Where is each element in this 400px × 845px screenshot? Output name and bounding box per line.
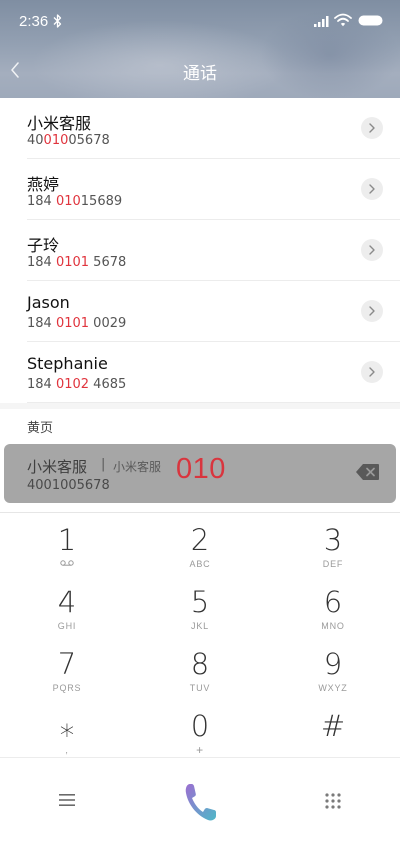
key-5[interactable]: 5 JKL — [145, 585, 255, 643]
menu-icon[interactable] — [58, 793, 76, 807]
contact-name: 子玲 — [27, 236, 60, 255]
header: 2:36 通话 — [0, 0, 400, 98]
key-1[interactable]: 1 — [12, 523, 122, 581]
contact-row[interactable]: 小米客服 4001005678 — [0, 98, 400, 159]
contact-detail-button[interactable] — [361, 239, 383, 261]
result-name: 小米客服 — [27, 458, 88, 476]
yellow-pages-result[interactable]: 小米客服 | 小米客服 4001005678 010 — [4, 444, 396, 503]
backspace-icon[interactable] — [355, 461, 381, 483]
key-7[interactable]: 7 PQRS — [12, 647, 122, 705]
contact-name: 小米客服 — [27, 114, 92, 133]
keypad: 1 2 ABC 3 DEF 4 GHI 5 JKL 6 MNO 7 PQRS 8… — [0, 512, 400, 759]
dial-input-display: 010 — [176, 453, 226, 485]
chevron-right-icon — [369, 367, 375, 377]
key-2[interactable]: 2 ABC — [145, 523, 255, 581]
contact-number: 184 01015689 — [27, 194, 123, 209]
chevron-right-icon — [369, 123, 375, 133]
chevron-right-icon — [369, 245, 375, 255]
contact-detail-button[interactable] — [361, 178, 383, 200]
key-8[interactable]: 8 TUV — [145, 647, 255, 705]
contact-number: 184 0101 5678 — [27, 255, 127, 270]
contact-row[interactable]: Stephanie 184 0102 4685 — [0, 342, 400, 403]
battery-icon — [358, 15, 383, 26]
chevron-right-icon — [369, 306, 375, 316]
result-number: 4001005678 — [27, 478, 110, 493]
page-title: 通话 — [183, 64, 217, 84]
bluetooth-icon — [53, 14, 62, 28]
contact-row[interactable]: 子玲 184 0101 5678 — [0, 220, 400, 281]
status-bar: 2:36 — [0, 0, 400, 44]
status-time: 2:36 — [19, 13, 49, 30]
chevron-right-icon — [369, 184, 375, 194]
bottom-action-bar — [0, 757, 400, 845]
voicemail-icon — [60, 560, 74, 566]
contact-name: 燕婷 — [27, 175, 60, 194]
contact-row[interactable]: Jason 184 0101 0029 — [0, 281, 400, 342]
contact-name: Jason — [27, 293, 70, 312]
contact-list: 小米客服 4001005678 燕婷 184 01015689 子玲 184 0… — [0, 98, 400, 403]
wifi-icon — [334, 13, 352, 27]
contact-number: 4001005678 — [27, 133, 110, 148]
contact-name: Stephanie — [27, 354, 108, 373]
contact-detail-button[interactable] — [361, 361, 383, 383]
key-6[interactable]: 6 MNO — [278, 585, 388, 643]
signal-icon — [314, 16, 329, 27]
contact-number: 184 0101 0029 — [27, 316, 127, 331]
yellow-pages-header: 黄页 — [27, 421, 54, 436]
result-separator: | — [101, 457, 106, 472]
contact-number: 184 0102 4685 — [27, 377, 127, 392]
key-3[interactable]: 3 DEF — [278, 523, 388, 581]
contact-row[interactable]: 燕婷 184 01015689 — [0, 159, 400, 220]
key-9[interactable]: 9 WXYZ — [278, 647, 388, 705]
dialpad-grid-icon[interactable] — [324, 792, 342, 810]
section-divider — [0, 403, 400, 409]
key-4[interactable]: 4 GHI — [12, 585, 122, 643]
contact-detail-button[interactable] — [361, 300, 383, 322]
phone-call-icon[interactable] — [183, 782, 219, 822]
contact-detail-button[interactable] — [361, 117, 383, 139]
result-tag: 小米客服 — [113, 460, 162, 474]
